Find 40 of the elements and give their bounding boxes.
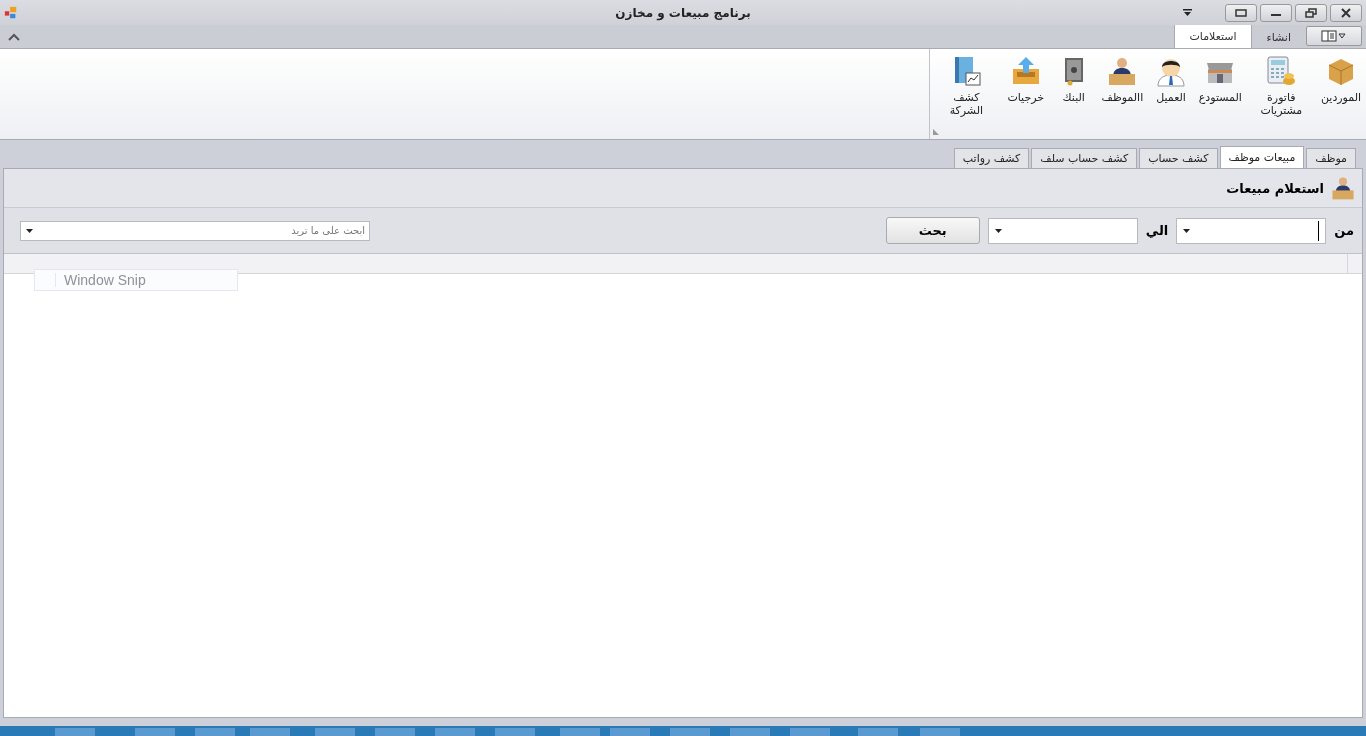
document-tab[interactable]: مبيعات موظف [1219, 146, 1305, 168]
ribbon-tab[interactable]: استعلامات [1174, 24, 1252, 48]
minimize-button[interactable] [1260, 3, 1292, 22]
caret-icon[interactable] [26, 228, 33, 233]
ribbon-button[interactable]: فاتورة مشتريات [1246, 55, 1316, 117]
desk-person-icon [1330, 175, 1356, 201]
document-tab[interactable]: كشف رواتب [953, 148, 1030, 168]
ribbon-button[interactable]: االموظف [1098, 55, 1146, 117]
restore-button[interactable] [1295, 3, 1327, 22]
ribbon-tab[interactable]: انشاء [1253, 26, 1304, 48]
from-label: من [1334, 223, 1354, 238]
document-tab[interactable]: موظف [1306, 148, 1356, 168]
dropdown-icon[interactable] [1183, 9, 1192, 16]
document-tab[interactable]: كشف حساب [1139, 148, 1218, 168]
ribbon-button[interactable]: الموردين [1318, 55, 1364, 117]
window-title: برنامج مبيعات و مخازن [615, 5, 751, 20]
ribbon-button[interactable]: العميل [1148, 55, 1194, 117]
tooltip: Window Snip [34, 269, 238, 291]
dialog-launcher-icon[interactable] [933, 129, 939, 135]
restore-icon [1305, 7, 1317, 18]
frame-icon [1235, 8, 1247, 17]
snip-button[interactable] [1225, 3, 1257, 22]
document-tab[interactable]: كشف حساب سلف [1031, 148, 1138, 168]
panel-icon [1321, 30, 1347, 42]
search-field[interactable]: ابحث على ما تريد [20, 220, 370, 241]
close-button[interactable] [1330, 3, 1362, 22]
search-button[interactable]: بحث [885, 217, 980, 244]
ribbon-button[interactable]: خرجيات [1002, 55, 1049, 117]
ribbon-button[interactable]: كشف الشركة [932, 55, 1001, 117]
app-icon [4, 5, 18, 20]
calculator-icon [1265, 55, 1298, 87]
ribbon-button[interactable]: المستودع [1196, 55, 1245, 117]
to-label: الي [1145, 223, 1169, 238]
panel-title: استعلام مبيعات [1226, 180, 1324, 196]
app-menu-button[interactable] [1306, 26, 1362, 46]
close-icon [1340, 7, 1352, 18]
caret-icon [994, 228, 1002, 233]
collapse-icon[interactable] [8, 32, 20, 41]
ribbon-button[interactable]: البنك [1050, 55, 1097, 117]
caret-icon [1183, 228, 1191, 233]
